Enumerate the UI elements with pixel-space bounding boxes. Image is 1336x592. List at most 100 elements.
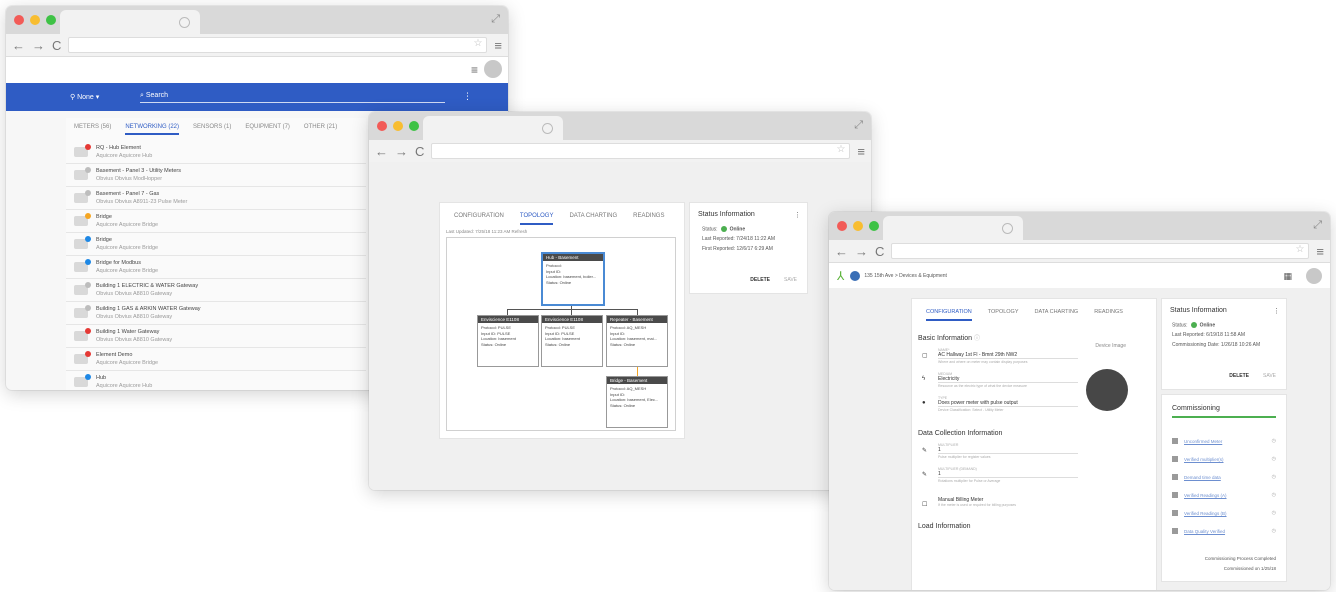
list-item[interactable]: Basement - Panel 3 - Utility Meters Obviu… <box>66 164 366 187</box>
close-dot[interactable] <box>377 121 387 131</box>
checkbox-icon[interactable] <box>1172 456 1178 462</box>
checkbox-icon[interactable] <box>1172 510 1178 516</box>
star-icon[interactable]: ☆ <box>473 38 482 49</box>
list-item[interactable]: Building 1 ELECTRIC & WATER Gateway Obviu… <box>66 279 366 302</box>
expand-icon[interactable]: ⤢ <box>491 13 500 26</box>
reload-icon[interactable]: C <box>875 245 884 258</box>
list-item[interactable]: Building 1 Water Gateway Obvius Obvius A8… <box>66 325 366 348</box>
medium-field[interactable]: ϟ MEDIUM Electricity Resource as the electr… <box>912 368 1156 392</box>
commissioning-item-label[interactable]: Verified multiplier(s) <box>1184 457 1272 462</box>
tab-readings[interactable]: READINGS <box>633 213 664 225</box>
tab-data-charting[interactable]: DATA CHARTING <box>569 213 617 225</box>
browser-menu-icon[interactable]: ≡ <box>857 144 865 159</box>
tab-topology[interactable]: TOPOLOGY <box>519 213 554 225</box>
tab-meters[interactable]: METERS (56) <box>74 124 111 135</box>
search-input[interactable]: ⌕ Search <box>140 92 445 103</box>
topology-node-sensor[interactable]: Enviscience E1108 Protocol: PULSE Input ID… <box>541 315 603 367</box>
expand-icon[interactable]: ⤢ <box>1313 219 1322 232</box>
checkbox-icon[interactable] <box>1172 474 1178 480</box>
tab-configuration[interactable]: CONFIGURATION <box>926 309 972 321</box>
maximize-dot[interactable] <box>409 121 419 131</box>
demand-multiplier-field[interactable]: ✎ MULTIPLIER (DEMAND) 1 Rotations multiplie… <box>912 463 1156 487</box>
address-bar[interactable]: ☆ <box>431 143 851 159</box>
kebab-icon[interactable]: ⋮ <box>1273 307 1280 315</box>
close-tab-icon[interactable] <box>1002 223 1013 234</box>
list-item[interactable]: Bridge Aquicore Aquicore Bridge <box>66 210 366 233</box>
commissioning-item[interactable]: Demand time data ◷ <box>1162 468 1286 486</box>
close-tab-icon[interactable] <box>179 17 190 28</box>
star-icon[interactable]: ☆ <box>836 144 845 155</box>
info-icon[interactable]: ⓘ <box>974 336 980 342</box>
list-item[interactable]: Basement - Panel 7 - Gas Obvius Obvius A8… <box>66 187 366 210</box>
topology-node-bridge[interactable]: Bridge - Basement Protocol: AQ_MESH Input … <box>606 376 668 428</box>
save-button[interactable]: SAVE <box>784 277 797 283</box>
name-field[interactable]: ▢ NAME* AC Hallway 1st Fl - Bmnt 29th NW2 W… <box>912 344 1156 368</box>
tab-equipment[interactable]: EQUIPMENT (7) <box>245 124 290 135</box>
hamburger-icon[interactable]: ≡ <box>471 63 478 77</box>
filter-dropdown[interactable]: ⚲ None ▾ <box>70 93 99 101</box>
back-icon[interactable]: ← <box>12 39 25 52</box>
minimize-dot[interactable] <box>393 121 403 131</box>
list-item[interactable]: Hub Aquicore Aquicore Hub <box>66 371 366 390</box>
commissioning-item-label[interactable]: Data Quality Verified <box>1184 529 1272 534</box>
topology-node-hub[interactable]: Hub - Basement Protocol: Input ID: Location… <box>541 252 605 306</box>
topology-node-repeater[interactable]: Repeater - Basement Protocol: AQ_MESH Inpu… <box>606 315 668 367</box>
type-field[interactable]: ● TYPE Does power meter with pulse output D… <box>912 392 1156 416</box>
checkbox-icon[interactable] <box>1172 492 1178 498</box>
browser-tab[interactable] <box>883 216 1023 240</box>
tab-networking[interactable]: NETWORKING (22) <box>125 124 180 135</box>
browser-tab[interactable] <box>423 116 563 140</box>
reload-icon[interactable]: C <box>415 145 424 158</box>
logo-icon[interactable]: ⅄ <box>837 269 844 283</box>
tab-data-charting[interactable]: DATA CHARTING <box>1035 309 1079 321</box>
commissioning-item-label[interactable]: Verified Readings (B) <box>1184 511 1272 516</box>
multiplier-field[interactable]: ✎ MULTIPLIER 1 Pulse multiplier for registe… <box>912 439 1156 463</box>
minimize-dot[interactable] <box>30 15 40 25</box>
forward-icon[interactable]: → <box>32 39 45 52</box>
close-tab-icon[interactable] <box>542 123 553 134</box>
checkbox-icon[interactable] <box>1172 438 1178 444</box>
breadcrumb[interactable]: 135 15th Ave > Devices & Equipment <box>864 273 947 279</box>
browser-menu-icon[interactable]: ≡ <box>1316 244 1324 259</box>
commissioning-item[interactable]: Data Quality Verified ◷ <box>1162 522 1286 540</box>
topology-node-sensor[interactable]: Enviscience E1108 Protocol: PULSE Input ID… <box>477 315 539 367</box>
list-item[interactable]: Building 1 GAS & ARKIN WATER Gateway Obvi… <box>66 302 366 325</box>
address-bar[interactable]: ☆ <box>68 37 488 53</box>
grid-icon[interactable]: ▦ <box>1283 271 1292 282</box>
commissioning-item-label[interactable]: Unconfirmed Meter <box>1184 439 1272 444</box>
commissioning-item[interactable]: Verified multiplier(s) ◷ <box>1162 450 1286 468</box>
close-dot[interactable] <box>837 221 847 231</box>
tab-other[interactable]: OTHER (21) <box>304 124 337 135</box>
expand-icon[interactable]: ⤢ <box>854 119 863 132</box>
browser-menu-icon[interactable]: ≡ <box>494 38 502 53</box>
checkbox-icon[interactable] <box>1172 528 1178 534</box>
browser-tab[interactable] <box>60 10 200 34</box>
back-icon[interactable]: ← <box>835 245 848 258</box>
save-button[interactable]: SAVE <box>1263 373 1276 379</box>
forward-icon[interactable]: → <box>855 245 868 258</box>
list-item[interactable]: Bridge Aquicore Aquicore Bridge <box>66 233 366 256</box>
tab-readings[interactable]: READINGS <box>1094 309 1123 321</box>
list-item[interactable]: Bridge for Modbus Aquicore Aquicore Bridg… <box>66 256 366 279</box>
delete-button[interactable]: DELETE <box>750 277 770 283</box>
checkbox-icon[interactable]: ☐ <box>922 501 927 508</box>
list-item[interactable]: RQ - Hub Element Aquicore Aquicore Hub <box>66 141 366 164</box>
commissioning-item-label[interactable]: Demand time data <box>1184 475 1272 480</box>
star-icon[interactable]: ☆ <box>1295 244 1304 255</box>
kebab-icon[interactable]: ⋮ <box>794 211 801 219</box>
tab-sensors[interactable]: SENSORS (1) <box>193 124 231 135</box>
avatar[interactable] <box>1306 268 1322 284</box>
commissioning-item[interactable]: Verified Readings (B) ◷ <box>1162 504 1286 522</box>
avatar[interactable] <box>484 60 502 78</box>
list-item[interactable]: Element Demo Aquicore Aquicore Bridge <box>66 348 366 371</box>
commissioning-item-label[interactable]: Verified Readings (A) <box>1184 493 1272 498</box>
minimize-dot[interactable] <box>853 221 863 231</box>
reload-icon[interactable]: C <box>52 39 61 52</box>
tab-configuration[interactable]: CONFIGURATION <box>454 213 504 225</box>
kebab-icon[interactable]: ⋮ <box>463 91 472 102</box>
forward-icon[interactable]: → <box>395 145 408 158</box>
maximize-dot[interactable] <box>46 15 56 25</box>
tab-topology[interactable]: TOPOLOGY <box>988 309 1019 321</box>
manual-billing-checkbox[interactable]: ☐ Manual Billing Meter If the meter is use… <box>912 493 1156 511</box>
close-dot[interactable] <box>14 15 24 25</box>
